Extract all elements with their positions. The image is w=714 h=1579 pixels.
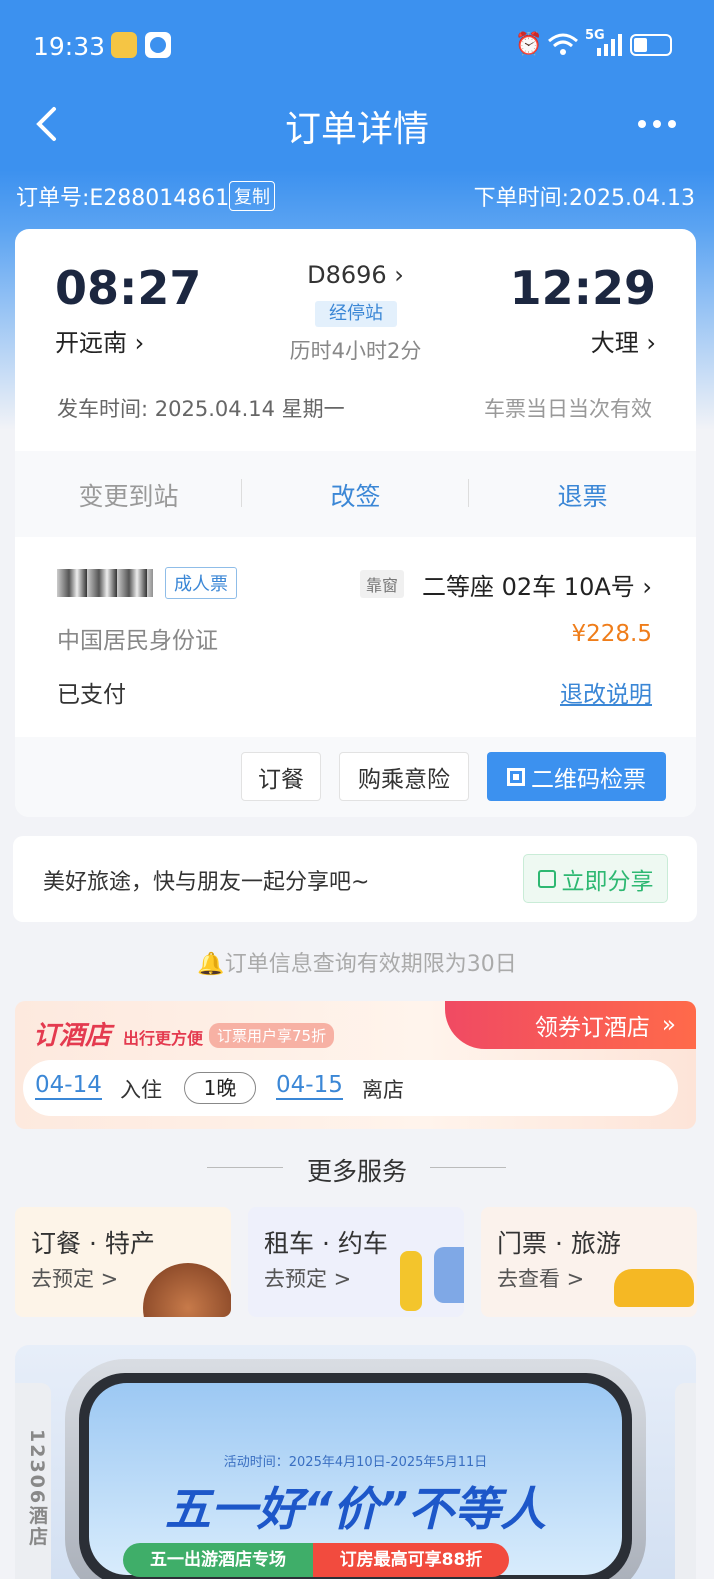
share-card: 美好旅途，快与朋友一起分享吧~ 立即分享	[13, 836, 697, 922]
copy-button[interactable]: 复制	[229, 181, 275, 211]
share-icon	[537, 869, 556, 888]
promo-banner[interactable]: 12306酒店 活动时间：2025年4月10日-2025年5月11日 五一好“价…	[15, 1345, 696, 1579]
ticket-type-badge: 成人票	[165, 567, 237, 599]
ticket-validity: 车票当日当次有效	[484, 397, 652, 421]
banner-frame: 活动时间：2025年4月10日-2025年5月11日 五一好“价”不等人 五一出…	[65, 1359, 646, 1579]
passenger-name-blurred	[57, 569, 153, 597]
validity-notice: 🔔订单信息查询有效期限为30日	[197, 952, 517, 977]
departure-date: 发车时间: 2025.04.14 星期一	[57, 397, 345, 421]
yellow-car-illustration	[614, 1269, 694, 1307]
qr-code-icon	[507, 767, 525, 786]
stops-badge[interactable]: 经停站	[315, 301, 397, 327]
more-icon[interactable]	[638, 120, 676, 128]
ticket-button-bar: 订餐 购乘意险 二维码检票	[15, 737, 696, 817]
more-services-title: 更多服务	[306, 1157, 407, 1186]
double-chevron-icon: »	[661, 1012, 676, 1038]
divider	[430, 1167, 506, 1168]
change-station-button[interactable]: 变更到站	[15, 477, 242, 513]
banner-headline: 五一好“价”不等人	[164, 1482, 547, 1536]
qr-checkin-button[interactable]: 二维码检票	[487, 752, 666, 801]
service-car[interactable]: 租车 · 约车 去预定 >	[248, 1207, 464, 1317]
refund-button[interactable]: 退票	[469, 477, 696, 513]
seat-info[interactable]: 二等座 02车 10A号 ›	[422, 567, 652, 602]
share-text: 美好旅途，快与朋友一起分享吧~	[43, 870, 370, 895]
hotel-slogan: 出行更方便	[123, 1029, 204, 1048]
page-title: 订单详情	[284, 109, 429, 150]
alarm-icon: ⏰	[515, 32, 543, 57]
arrival-time: 12:29	[509, 261, 656, 315]
order-number: 订单号:E288014861	[16, 186, 230, 211]
meal-button[interactable]: 订餐	[241, 752, 321, 801]
service-subtitle: 去预定 >	[264, 1267, 352, 1291]
nights-badge: 1晚	[184, 1072, 256, 1104]
arrival-station[interactable]: 大理 ›	[591, 323, 656, 358]
banner-pill-left: 五一出游酒店专场	[123, 1543, 313, 1577]
share-button[interactable]: 立即分享	[523, 854, 668, 903]
checkin-label: 入住	[120, 1078, 162, 1102]
service-tickets[interactable]: 门票 · 旅游 去查看 >	[481, 1207, 697, 1317]
status-time: 19:33	[33, 32, 106, 61]
refund-rules-link[interactable]: 退改说明	[560, 675, 652, 709]
service-subtitle: 去查看 >	[497, 1267, 585, 1291]
window-seat-tag: 靠窗	[360, 570, 405, 598]
status-bar: 19:33 ⏰ 5G	[0, 28, 714, 64]
service-subtitle: 去预定 >	[31, 1267, 119, 1291]
checkout-date[interactable]: 04-15	[276, 1072, 343, 1100]
service-food[interactable]: 订餐 · 特产 去预定 >	[15, 1207, 231, 1317]
hotel-promo-tag: 订票用户享75折	[209, 1023, 335, 1048]
payment-status: 已支付	[57, 682, 126, 708]
id-type: 中国居民身份证	[57, 628, 218, 654]
banner-pill-right: 订房最高可享88折	[313, 1543, 509, 1577]
banner-side-panel	[675, 1383, 696, 1579]
ticket-price: ¥228.5	[571, 621, 652, 647]
service-title: 订餐 · 特产	[31, 1229, 155, 1258]
hotel-card[interactable]: 订酒店 出行更方便 订票用户享75折 领券订酒店» 04-14 入住 1晚 04…	[15, 1001, 696, 1129]
weibo-app-icon	[111, 32, 137, 58]
hotel-title: 订酒店	[33, 1021, 112, 1051]
food-image	[143, 1263, 231, 1317]
browser-app-icon	[145, 32, 171, 58]
car-illustration	[434, 1247, 464, 1303]
hotel-coupon-button[interactable]: 领券订酒店»	[445, 1001, 696, 1049]
service-title: 门票 · 旅游	[497, 1229, 621, 1258]
ticket-card: 08:27 开远南 › D8696 › 经停站 历时4小时2分 12:29 大理…	[15, 229, 696, 817]
wifi-icon	[548, 33, 578, 55]
checkin-date[interactable]: 04-14	[35, 1072, 102, 1100]
hotel-date-bar: 04-14 入住 1晚 04-15 离店	[23, 1060, 678, 1116]
insurance-button[interactable]: 购乘意险	[339, 752, 469, 801]
checkout-label: 离店	[362, 1078, 404, 1102]
battery-icon	[630, 34, 672, 56]
signal-icon	[597, 34, 622, 56]
banner-period: 活动时间：2025年4月10日-2025年5月11日	[223, 1455, 488, 1470]
traveler-illustration	[400, 1251, 422, 1311]
rebook-button[interactable]: 改签	[242, 477, 469, 513]
bell-icon: 🔔	[197, 952, 225, 977]
action-bar: 变更到站 改签 退票	[15, 451, 696, 537]
banner-side-label: 12306酒店	[15, 1383, 51, 1579]
service-title: 租车 · 约车	[264, 1229, 388, 1258]
order-time: 下单时间:2025.04.13	[473, 186, 695, 211]
